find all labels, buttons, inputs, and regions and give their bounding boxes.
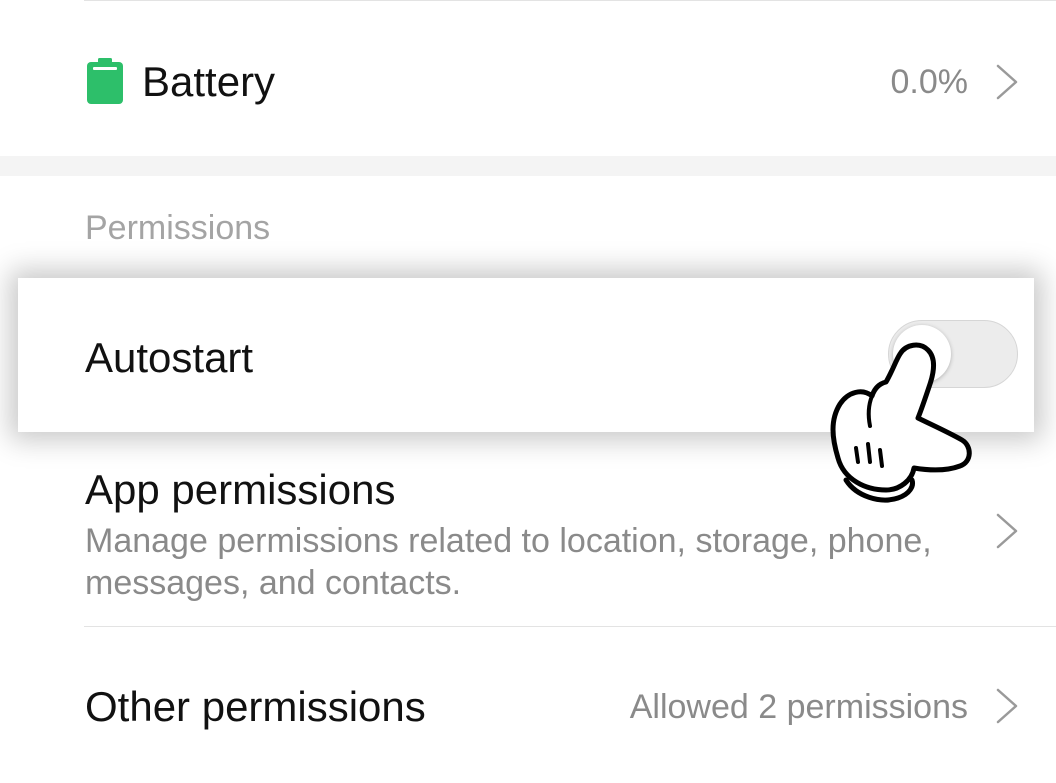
other-permissions-title: Other permissions (85, 683, 426, 730)
battery-row[interactable]: Battery 0.0% (0, 2, 1056, 156)
chevron-right-icon (996, 64, 1018, 100)
app-info-screen: Battery 0.0% Permissions Autostart App p… (0, 0, 1056, 783)
other-permissions-row[interactable]: Other permissions Allowed 2 permissions (0, 627, 1056, 783)
battery-icon (87, 58, 123, 104)
battery-label: Battery (142, 58, 276, 105)
chevron-right-icon (996, 688, 1018, 724)
divider (84, 0, 1056, 1)
section-separator (0, 156, 1056, 176)
permissions-section-header: Permissions (85, 209, 271, 247)
app-permissions-title: App permissions (85, 466, 396, 513)
battery-value: 0.0% (890, 63, 969, 101)
pointing-hand-icon (830, 342, 972, 503)
autostart-label: Autostart (85, 334, 254, 381)
app-permissions-description: Manage permissions related to location, … (85, 522, 932, 602)
other-permissions-value: Allowed 2 permissions (629, 688, 968, 726)
chevron-right-icon (996, 513, 1018, 549)
